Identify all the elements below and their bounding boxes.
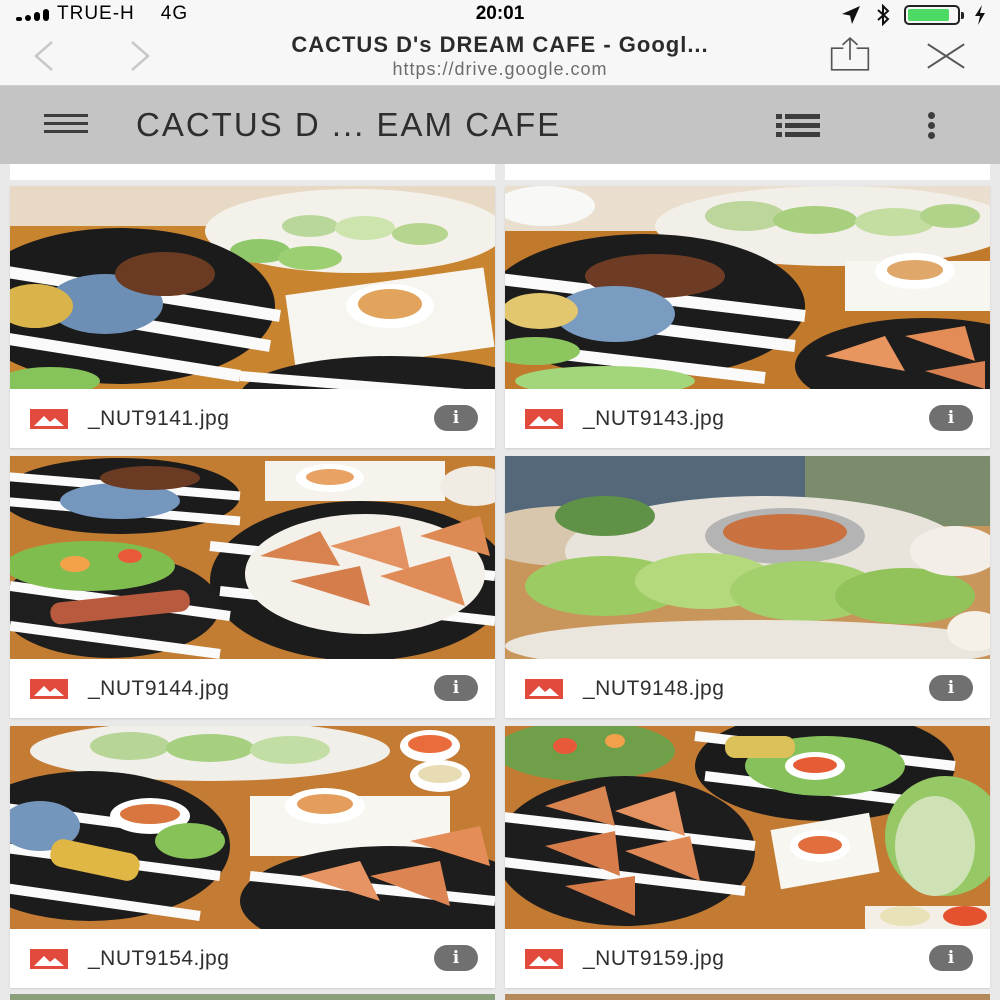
page-url[interactable]: https://drive.google.com — [200, 59, 800, 80]
close-icon — [927, 43, 965, 69]
app-bar: CACTUS D ... EAM CAFE — [0, 86, 1000, 164]
bluetooth-icon — [877, 4, 890, 26]
file-card[interactable]: _NUT9144.jpg i — [10, 456, 495, 718]
file-name: _NUT9148.jpg — [583, 677, 725, 700]
image-file-icon — [525, 949, 563, 969]
file-name: _NUT9159.jpg — [583, 947, 725, 970]
file-name: _NUT9143.jpg — [583, 407, 725, 430]
file-card[interactable]: _NUT9141.jpg i — [10, 186, 495, 448]
browser-bar: CACTUS D's DREAM CAFE - Googl... https:/… — [0, 28, 1000, 86]
info-button[interactable]: i — [929, 405, 973, 431]
image-file-icon — [525, 679, 563, 699]
file-info-row: _NUT9143.jpg i — [505, 389, 990, 448]
status-bar: TRUE-H 4G 20:01 — [0, 0, 1000, 28]
partial-card-bottom-left[interactable] — [10, 994, 495, 1000]
partial-card-top-left[interactable] — [10, 164, 495, 180]
file-thumbnail — [505, 456, 990, 659]
hamburger-menu-icon[interactable] — [44, 114, 92, 136]
image-file-icon — [30, 409, 68, 429]
battery-fill — [908, 9, 949, 21]
info-button[interactable]: i — [929, 675, 973, 701]
image-file-icon — [525, 409, 563, 429]
partial-card-bottom-right[interactable] — [505, 994, 990, 1000]
forward-arrow-icon — [131, 41, 150, 71]
more-vert-icon[interactable] — [920, 110, 944, 142]
file-card[interactable]: _NUT9143.jpg i — [505, 186, 990, 448]
list-view-icon[interactable] — [776, 114, 822, 138]
file-card[interactable]: _NUT9148.jpg i — [505, 456, 990, 718]
image-file-icon — [30, 679, 68, 699]
file-thumbnail — [10, 726, 495, 929]
forward-button[interactable] — [120, 36, 160, 76]
file-grid: _NUT9141.jpg i _NUT9143.jpg i _NUT9144.j… — [0, 164, 1000, 1000]
file-thumbnail — [505, 186, 990, 389]
info-button[interactable]: i — [434, 675, 478, 701]
file-info-row: _NUT9159.jpg i — [505, 929, 990, 988]
file-info-row: _NUT9148.jpg i — [505, 659, 990, 718]
file-name: _NUT9141.jpg — [88, 407, 230, 430]
file-thumbnail — [10, 186, 495, 389]
file-thumbnail — [10, 456, 495, 659]
page-title: CACTUS D's DREAM CAFE - Googl... — [291, 32, 709, 57]
file-info-row: _NUT9144.jpg i — [10, 659, 495, 718]
charging-bolt-icon — [975, 5, 985, 25]
share-button[interactable] — [830, 34, 870, 74]
info-button[interactable]: i — [929, 945, 973, 971]
close-button[interactable] — [926, 36, 966, 76]
battery-icon — [904, 5, 964, 25]
file-card[interactable]: _NUT9154.jpg i — [10, 726, 495, 988]
info-button[interactable]: i — [434, 405, 478, 431]
file-info-row: _NUT9141.jpg i — [10, 389, 495, 448]
back-arrow-icon — [34, 41, 53, 71]
file-info-row: _NUT9154.jpg i — [10, 929, 495, 988]
image-file-icon — [30, 949, 68, 969]
info-button[interactable]: i — [434, 945, 478, 971]
file-name: _NUT9144.jpg — [88, 677, 230, 700]
status-right — [840, 4, 986, 26]
file-thumbnail — [505, 726, 990, 929]
folder-title: CACTUS D ... EAM CAFE — [136, 106, 562, 143]
file-card[interactable]: _NUT9159.jpg i — [505, 726, 990, 988]
partial-card-top-right[interactable] — [505, 164, 990, 180]
location-arrow-icon — [842, 6, 860, 24]
file-name: _NUT9154.jpg — [88, 947, 230, 970]
share-icon — [830, 37, 870, 71]
back-button[interactable] — [24, 36, 64, 76]
